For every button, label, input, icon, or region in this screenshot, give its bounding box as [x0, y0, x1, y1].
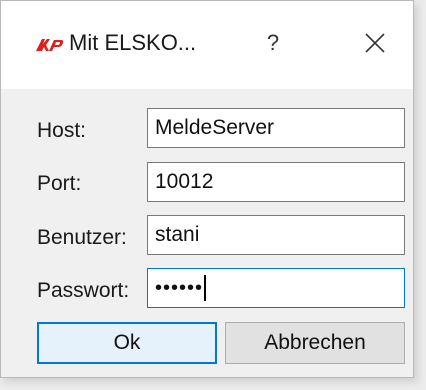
user-input[interactable]: stani — [147, 215, 405, 255]
close-icon — [365, 33, 385, 53]
help-button[interactable]: ? — [253, 23, 293, 63]
password-value: •••••• — [155, 276, 204, 299]
login-dialog: Mit ELSKO... ? Host: MeldeServer Port: 1… — [0, 0, 414, 378]
elsko-logo-icon — [36, 39, 64, 51]
port-label: Port: — [37, 172, 82, 195]
password-label: Passwort: — [37, 279, 130, 302]
host-label: Host: — [37, 119, 87, 142]
user-label: Benutzer: — [37, 226, 127, 249]
window-title: Mit ELSKO... — [69, 30, 197, 55]
port-value: 10012 — [155, 170, 214, 193]
title-bar[interactable]: Mit ELSKO... ? — [1, 1, 413, 89]
user-value: stani — [155, 223, 200, 246]
cancel-button[interactable]: Abbrechen — [225, 322, 405, 364]
host-value: MeldeServer — [155, 116, 275, 139]
port-input[interactable]: 10012 — [147, 162, 405, 202]
close-button[interactable] — [353, 23, 397, 63]
text-caret — [204, 275, 207, 301]
ok-button[interactable]: Ok — [37, 322, 217, 364]
password-input[interactable]: •••••• — [147, 268, 405, 308]
host-input[interactable]: MeldeServer — [147, 108, 405, 148]
